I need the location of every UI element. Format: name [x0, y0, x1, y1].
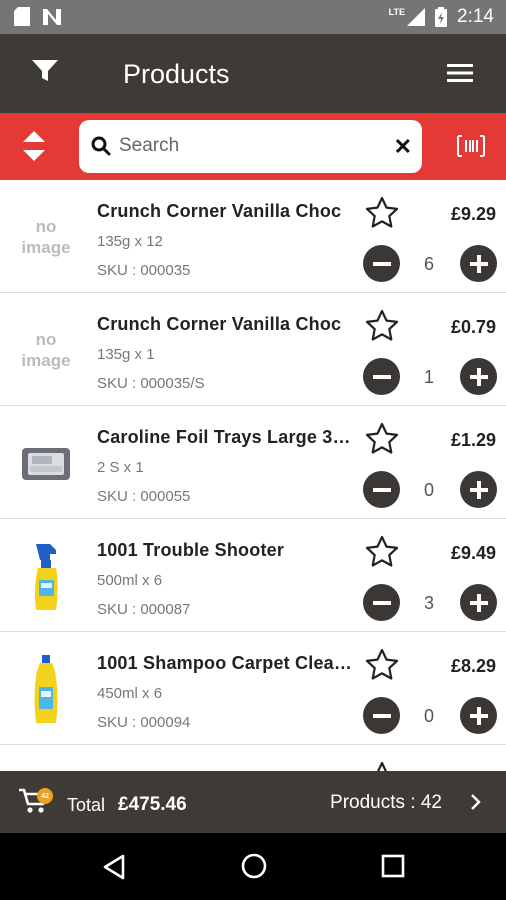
quantity-value: 0	[423, 706, 434, 726]
product-sku: SKU : 000035/S	[97, 375, 205, 392]
sd-card-icon	[14, 7, 30, 26]
product-price: £1.29	[450, 430, 496, 450]
total-label: Total	[67, 795, 106, 815]
product-name: 1001 Trouble Shooter	[97, 540, 285, 560]
total-value: £475.46	[118, 794, 187, 815]
product-name: Caroline Foil Trays Large 37…	[97, 427, 359, 447]
shampoo-bottle-image	[8, 642, 84, 735]
product-row-partial[interactable]	[0, 745, 506, 771]
product-row[interactable]: Caroline Foil Trays Large 37… 2 S x 1 SK…	[0, 406, 506, 519]
products-count[interactable]: Products : 42	[330, 792, 442, 814]
product-name: Crunch Corner Vanilla Choc	[97, 201, 342, 221]
minus-icon	[372, 374, 391, 379]
increase-quantity-button[interactable]	[460, 584, 497, 621]
decrease-quantity-button[interactable]	[363, 584, 400, 621]
cart-count-badge: 42	[37, 788, 53, 804]
minus-icon	[372, 261, 391, 266]
recent-apps-icon[interactable]	[381, 854, 405, 878]
favorite-star-icon[interactable]	[365, 422, 399, 454]
product-row[interactable]: no image Crunch Corner Vanilla Choc 135g …	[0, 180, 506, 293]
product-image-placeholder: no image	[21, 216, 71, 257]
spray-bottle-image	[8, 529, 84, 622]
quantity-value: 1	[423, 367, 434, 387]
product-list: no image Crunch Corner Vanilla Choc 135g …	[0, 180, 506, 771]
minus-icon	[372, 713, 391, 718]
product-row[interactable]: 1001 Shampoo Carpet Clea… 450ml x 6 SKU …	[0, 632, 506, 745]
battery-charging-icon	[435, 7, 448, 27]
increase-quantity-button[interactable]	[460, 471, 497, 508]
app-bar: Products	[0, 34, 506, 113]
quantity-value: 0	[423, 480, 434, 500]
foil-tray-image	[8, 416, 84, 509]
chevron-right-icon[interactable]	[470, 793, 482, 811]
filter-icon[interactable]	[30, 58, 60, 84]
favorite-star-icon[interactable]	[365, 309, 399, 341]
increase-quantity-button[interactable]	[460, 358, 497, 395]
increase-quantity-button[interactable]	[460, 245, 497, 282]
system-nav-bar	[0, 833, 506, 900]
back-icon[interactable]	[102, 854, 126, 880]
increase-quantity-button[interactable]	[460, 697, 497, 734]
plus-icon	[469, 254, 488, 273]
product-size: 135g x 12	[97, 233, 163, 250]
status-bar: LTE 2:14	[0, 0, 506, 34]
cart-footer[interactable]: 42 Total £475.46 Products : 42	[0, 771, 506, 833]
product-row[interactable]: 1001 Trouble Shooter 500ml x 6 SKU : 000…	[0, 519, 506, 632]
barcode-scanner-icon[interactable]	[456, 134, 486, 158]
clear-search-icon[interactable]: ✕	[394, 134, 412, 160]
signal-icon	[407, 8, 426, 26]
product-price: £9.29	[450, 204, 496, 224]
plus-icon	[469, 367, 488, 386]
page-title: Products	[123, 59, 230, 89]
decrease-quantity-button[interactable]	[363, 245, 400, 282]
search-icon	[91, 136, 111, 156]
favorite-star-icon[interactable]	[365, 761, 399, 771]
product-row[interactable]: no image Crunch Corner Vanilla Choc 135g …	[0, 293, 506, 406]
product-size: 2 S x 1	[97, 459, 144, 476]
home-icon[interactable]	[241, 853, 267, 879]
favorite-star-icon[interactable]	[365, 648, 399, 680]
search-input[interactable]	[119, 130, 379, 162]
product-sku: SKU : 000055	[97, 488, 191, 505]
network-type-label: LTE	[388, 7, 406, 17]
product-image-placeholder: no image	[21, 329, 71, 370]
product-price: £0.79	[450, 317, 496, 337]
product-name: 1001 Shampoo Carpet Clea…	[97, 653, 353, 673]
product-price: £9.49	[450, 543, 496, 563]
search-box: ✕	[79, 120, 422, 173]
quantity-value: 3	[423, 593, 434, 613]
decrease-quantity-button[interactable]	[363, 471, 400, 508]
hamburger-menu-icon[interactable]	[447, 64, 473, 82]
product-size: 500ml x 6	[97, 572, 163, 589]
favorite-star-icon[interactable]	[365, 196, 399, 228]
product-sku: SKU : 000087	[97, 601, 191, 618]
product-sku: SKU : 000035	[97, 262, 191, 279]
minus-icon	[372, 487, 391, 492]
search-toolbar: ✕	[0, 113, 506, 180]
plus-icon	[469, 593, 488, 612]
decrease-quantity-button[interactable]	[363, 358, 400, 395]
clock: 2:14	[457, 6, 494, 27]
plus-icon	[469, 706, 488, 725]
minus-icon	[372, 600, 391, 605]
favorite-star-icon[interactable]	[365, 535, 399, 567]
product-size: 450ml x 6	[97, 685, 163, 702]
product-price: £8.29	[450, 656, 496, 676]
product-sku: SKU : 000094	[97, 714, 191, 731]
product-name: Crunch Corner Vanilla Choc	[97, 314, 342, 334]
n-notification-icon	[43, 8, 61, 25]
decrease-quantity-button[interactable]	[363, 697, 400, 734]
product-size: 135g x 1	[97, 346, 155, 363]
plus-icon	[469, 480, 488, 499]
sort-icon[interactable]	[22, 131, 46, 161]
quantity-value: 6	[423, 254, 434, 274]
